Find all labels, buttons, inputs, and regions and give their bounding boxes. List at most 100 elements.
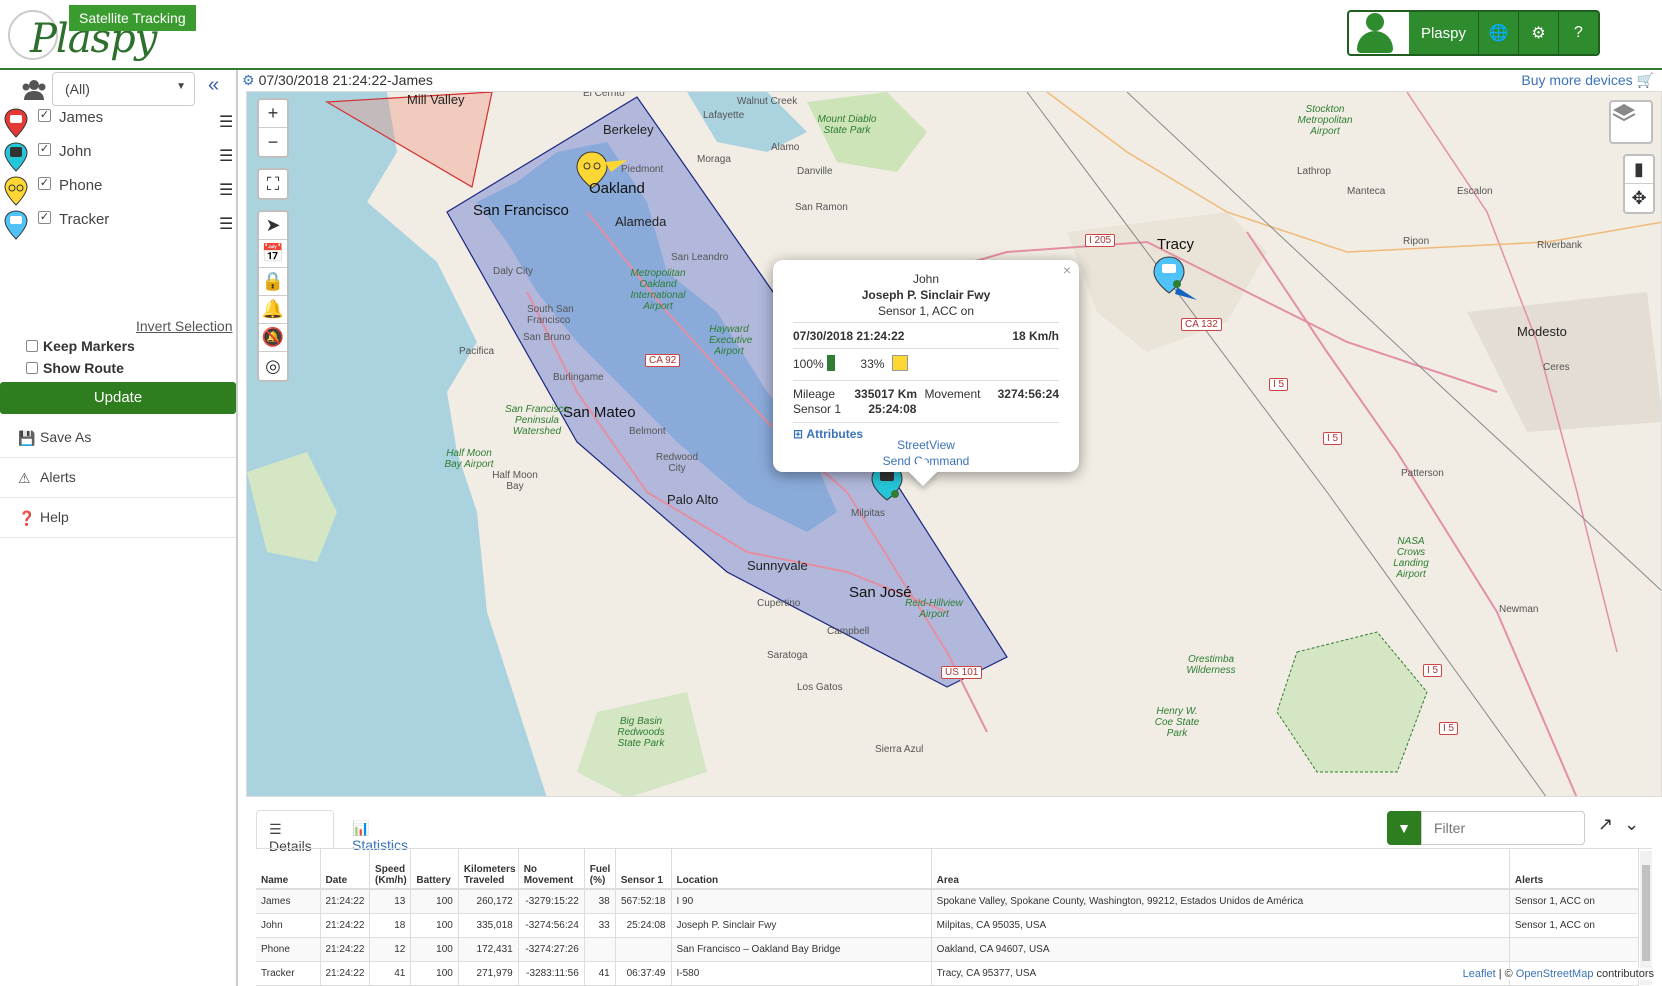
map-label: Escalon bbox=[1457, 186, 1493, 197]
fullscreen-icon[interactable]: ⛶ bbox=[259, 170, 287, 198]
device-checkbox[interactable]: ✓ bbox=[38, 211, 51, 224]
device-item-tracker[interactable]: ✓ Tracker ☰ bbox=[0, 208, 238, 242]
group-select[interactable]: (All) ▼ bbox=[52, 72, 195, 106]
invert-selection-link[interactable]: Invert Selection bbox=[136, 318, 233, 334]
map-label: Newman bbox=[1499, 604, 1539, 615]
no-alert-icon[interactable]: 🔕 bbox=[259, 324, 287, 352]
help-icon[interactable]: ? bbox=[1558, 12, 1598, 54]
map-label: Modesto bbox=[1517, 324, 1567, 339]
column-header[interactable]: Location bbox=[671, 849, 932, 890]
column-header[interactable]: Sensor 1 bbox=[615, 849, 672, 890]
floppy-disk-icon: 💾 bbox=[18, 430, 36, 446]
map[interactable]: Mill Valley El Cerrito Berkeley Piedmont… bbox=[246, 91, 1662, 797]
osm-link[interactable]: OpenStreetMap bbox=[1516, 968, 1594, 980]
hamburger-menu-icon[interactable]: ☰ bbox=[219, 112, 233, 132]
column-header[interactable]: Date bbox=[320, 849, 371, 890]
table-row[interactable]: James 21:24:22 13 100 260,172 -3279:15:22 38 56… bbox=[256, 889, 1640, 914]
keep-markers-option[interactable]: Keep Markers bbox=[26, 338, 135, 354]
map-label: Campbell bbox=[827, 626, 870, 637]
column-header[interactable]: Alerts bbox=[1509, 849, 1640, 890]
settings-icon[interactable]: ⚙ bbox=[1518, 12, 1558, 54]
keep-markers-checkbox[interactable] bbox=[26, 340, 38, 352]
column-header[interactable]: Fuel (%) bbox=[584, 849, 616, 890]
map-label: Reid-Hillview Airport bbox=[905, 598, 963, 620]
globe-icon[interactable]: 🌐 bbox=[1478, 12, 1518, 54]
chevron-down-icon[interactable]: ⌄ bbox=[1624, 814, 1639, 834]
user-menu[interactable] bbox=[1348, 12, 1409, 54]
table-cell: 100 bbox=[410, 961, 459, 986]
tab-details[interactable]: ☰ Details bbox=[256, 810, 334, 854]
hamburger-menu-icon[interactable]: ☰ bbox=[219, 146, 233, 166]
popup-fuel: 33% bbox=[860, 357, 885, 371]
map-label: NASA Crows Landing Airport bbox=[1393, 536, 1429, 580]
calendar-x-icon[interactable]: 📅 bbox=[259, 240, 287, 268]
show-route-checkbox[interactable] bbox=[26, 362, 38, 374]
save-as-link[interactable]: 💾 Save As bbox=[0, 418, 236, 458]
column-header[interactable]: Area bbox=[931, 849, 1510, 890]
device-checkbox[interactable]: ✓ bbox=[38, 109, 51, 122]
column-header[interactable]: No Movement bbox=[518, 849, 585, 890]
send-command-link[interactable]: Send Command bbox=[773, 454, 1079, 468]
map-label: Manteca bbox=[1347, 186, 1386, 197]
column-header[interactable]: Name bbox=[256, 849, 321, 890]
map-label: Piedmont bbox=[621, 164, 664, 175]
table-row[interactable]: Phone 21:24:22 12 100 172,431 -3274:27:26 San … bbox=[256, 937, 1640, 962]
table-row[interactable]: Tracker 21:24:22 41 100 271,979 -3283:11:56 41… bbox=[256, 961, 1640, 986]
show-route-option[interactable]: Show Route bbox=[26, 360, 124, 376]
save-as-label: Save As bbox=[40, 429, 92, 445]
column-header[interactable]: Kilometers Traveled bbox=[458, 849, 519, 890]
move-crosshair-icon[interactable]: ✥ bbox=[1625, 184, 1653, 212]
table-cell bbox=[584, 937, 616, 962]
device-name: Phone bbox=[59, 177, 103, 194]
hamburger-menu-icon[interactable]: ☰ bbox=[219, 180, 233, 200]
column-header[interactable]: Speed (Km/h) bbox=[369, 849, 412, 890]
device-item-john[interactable]: ✓ John ☰ bbox=[0, 140, 238, 174]
table-cell: 21:24:22 bbox=[320, 937, 371, 962]
filter-icon[interactable]: ▼ bbox=[1387, 811, 1421, 845]
logo-badge: Satellite Tracking bbox=[69, 5, 196, 31]
ruler-icon[interactable]: ▮ bbox=[1625, 156, 1653, 184]
locate-arrow-icon[interactable]: ➤ bbox=[259, 212, 287, 240]
device-item-phone[interactable]: ✓ Phone ☰ bbox=[0, 174, 238, 208]
buy-more-devices-link[interactable]: Buy more devices 🛒 bbox=[1521, 72, 1654, 89]
popup-datetime-row: 07/30/2018 21:24:22 18 Km/h bbox=[793, 322, 1059, 343]
bell-icon[interactable]: 🔔 bbox=[259, 296, 287, 324]
zoom-out-button[interactable]: − bbox=[259, 128, 287, 156]
hamburger-menu-icon[interactable]: ☰ bbox=[219, 214, 233, 234]
target-icon[interactable]: ◎ bbox=[259, 352, 287, 380]
table-cell: 100 bbox=[410, 937, 459, 962]
device-checkbox[interactable]: ✓ bbox=[38, 143, 51, 156]
user-name-button[interactable]: Plaspy bbox=[1408, 12, 1478, 54]
attribution-contributors: contributors bbox=[1596, 968, 1654, 980]
zoom-in-button[interactable]: + bbox=[259, 100, 287, 128]
alerts-link[interactable]: ⚠ Alerts bbox=[0, 458, 236, 498]
layers-icon[interactable] bbox=[1609, 100, 1653, 144]
device-checkbox[interactable]: ✓ bbox=[38, 177, 51, 190]
table-scrollbar[interactable] bbox=[1640, 851, 1652, 985]
collapse-sidebar-icon[interactable]: « bbox=[208, 74, 219, 97]
column-header[interactable]: Battery bbox=[410, 849, 459, 890]
group-select-value: (All) bbox=[65, 81, 90, 97]
popup-movement-value: 3274:56:24 bbox=[997, 387, 1059, 401]
streetview-link[interactable]: StreetView bbox=[773, 438, 1079, 452]
device-pin-icon bbox=[4, 108, 28, 138]
highway-shield: I 205 bbox=[1085, 234, 1116, 247]
question-circle-icon: ❓ bbox=[18, 510, 36, 526]
external-link-icon[interactable]: ↗ bbox=[1598, 814, 1613, 834]
filter-input[interactable] bbox=[1421, 811, 1585, 845]
help-link[interactable]: ❓ Help bbox=[0, 498, 236, 538]
table-row[interactable]: John 21:24:22 18 100 335,018 -3274:56:24 33 25:… bbox=[256, 913, 1640, 938]
map-label: Cupertino bbox=[757, 598, 801, 609]
lock-icon[interactable]: 🔒 bbox=[259, 268, 287, 296]
table-cell: Sensor 1, ACC on bbox=[1509, 913, 1640, 938]
table-cell: 260,172 bbox=[458, 889, 519, 914]
device-item-james[interactable]: ✓ James ☰ bbox=[0, 106, 238, 140]
leaflet-link[interactable]: Leaflet bbox=[1463, 968, 1496, 980]
logo[interactable]: Plaspy Satellite Tracking bbox=[6, 4, 196, 64]
tab-statistics[interactable]: 📊 Statistics bbox=[340, 810, 420, 853]
map-label: Patterson bbox=[1401, 468, 1444, 479]
update-button[interactable]: Update bbox=[0, 382, 236, 414]
gear-icon[interactable]: ⚙ bbox=[242, 72, 255, 88]
map-label: Belmont bbox=[629, 426, 666, 437]
popup-street: Joseph P. Sinclair Fwy bbox=[861, 288, 991, 302]
